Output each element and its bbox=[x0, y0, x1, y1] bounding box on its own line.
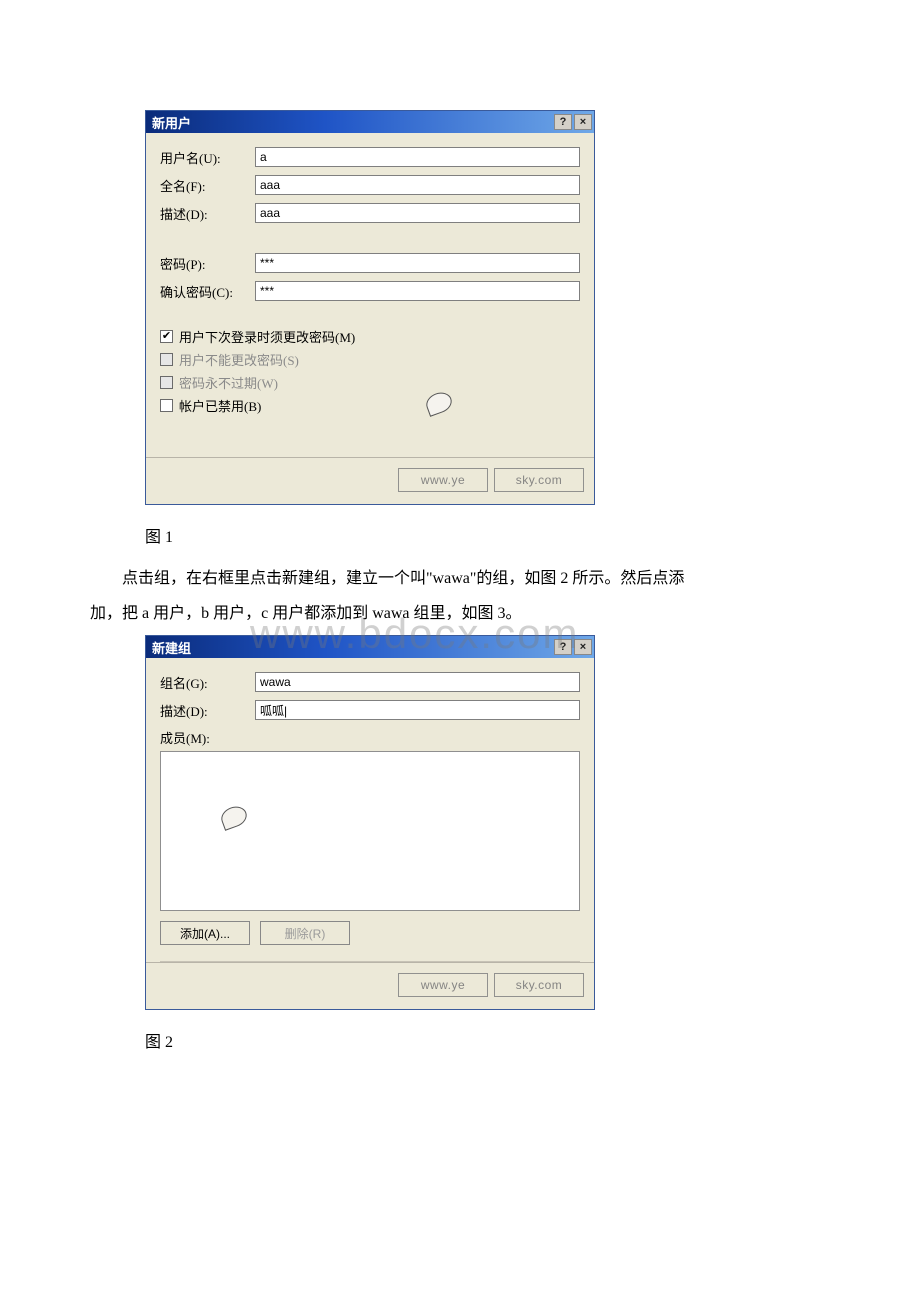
dialog-title: 新用户 bbox=[152, 113, 191, 132]
groupname-label: 组名(G): bbox=[160, 673, 255, 692]
checkbox-icon bbox=[160, 353, 173, 366]
paragraph-line-2: 加，把 a 用户，b 用户，c 用户都添加到 wawa 组里，如图 3。 bbox=[90, 600, 830, 627]
help-button[interactable]: ? bbox=[554, 114, 572, 130]
fullname-label: 全名(F): bbox=[160, 176, 255, 195]
check-disabled-account[interactable]: 帐户已禁用(B) bbox=[160, 396, 580, 415]
close-dialog-button[interactable]: sky.com bbox=[494, 973, 584, 997]
dialog-title: 新建组 bbox=[152, 638, 191, 657]
checkbox-icon bbox=[160, 376, 173, 389]
password-input[interactable] bbox=[255, 253, 580, 273]
titlebar[interactable]: 新建组 ? × bbox=[146, 636, 594, 658]
username-label: 用户名(U): bbox=[160, 148, 255, 167]
check-cannot-change: 用户不能更改密码(S) bbox=[160, 350, 580, 369]
confirm-password-label: 确认密码(C): bbox=[160, 282, 255, 301]
create-button[interactable]: www.ye bbox=[398, 973, 488, 997]
close-button[interactable]: × bbox=[574, 639, 592, 655]
new-group-dialog: 新建组 ? × 组名(G): 描述(D): 成员(M): 添加(A)... bbox=[145, 635, 595, 1010]
help-button[interactable]: ? bbox=[554, 639, 572, 655]
cursor-icon bbox=[218, 804, 249, 832]
description-label: 描述(D): bbox=[160, 204, 255, 223]
check-label: 密码永不过期(W) bbox=[179, 373, 278, 392]
check-never-expire: 密码永不过期(W) bbox=[160, 373, 580, 392]
username-input[interactable] bbox=[255, 147, 580, 167]
confirm-password-input[interactable] bbox=[255, 281, 580, 301]
checkbox-icon[interactable] bbox=[160, 399, 173, 412]
members-listbox[interactable] bbox=[160, 751, 580, 911]
check-must-change[interactable]: ✔ 用户下次登录时须更改密码(M) bbox=[160, 327, 580, 346]
titlebar[interactable]: 新用户 ? × bbox=[146, 111, 594, 133]
check-label: 用户不能更改密码(S) bbox=[179, 350, 299, 369]
fullname-input[interactable] bbox=[255, 175, 580, 195]
create-button[interactable]: www.ye bbox=[398, 468, 488, 492]
dialog-footer: www.ye sky.com bbox=[146, 457, 594, 504]
figure-caption-1: 图 1 bbox=[145, 523, 830, 547]
dialog-footer: www.ye sky.com bbox=[146, 962, 594, 1009]
close-button[interactable]: × bbox=[574, 114, 592, 130]
checkbox-icon[interactable]: ✔ bbox=[160, 330, 173, 343]
figure-caption-2: 图 2 bbox=[145, 1028, 830, 1052]
group-desc-label: 描述(D): bbox=[160, 701, 255, 720]
groupname-input[interactable] bbox=[255, 672, 580, 692]
paragraph-line-1: 点击组，在右框里点击新建组，建立一个叫"wawa"的组，如图 2 所示。然后点添 bbox=[90, 565, 830, 592]
password-label: 密码(P): bbox=[160, 254, 255, 273]
check-label: 帐户已禁用(B) bbox=[179, 396, 261, 415]
add-member-button[interactable]: 添加(A)... bbox=[160, 921, 250, 945]
remove-member-button: 删除(R) bbox=[260, 921, 350, 945]
members-label: 成员(M): bbox=[160, 728, 255, 747]
group-desc-input[interactable] bbox=[255, 700, 580, 720]
new-user-dialog: 新用户 ? × 用户名(U): 全名(F): 描述(D): 密码(P): bbox=[145, 110, 595, 505]
description-input[interactable] bbox=[255, 203, 580, 223]
check-label: 用户下次登录时须更改密码(M) bbox=[179, 327, 355, 346]
close-dialog-button[interactable]: sky.com bbox=[494, 468, 584, 492]
